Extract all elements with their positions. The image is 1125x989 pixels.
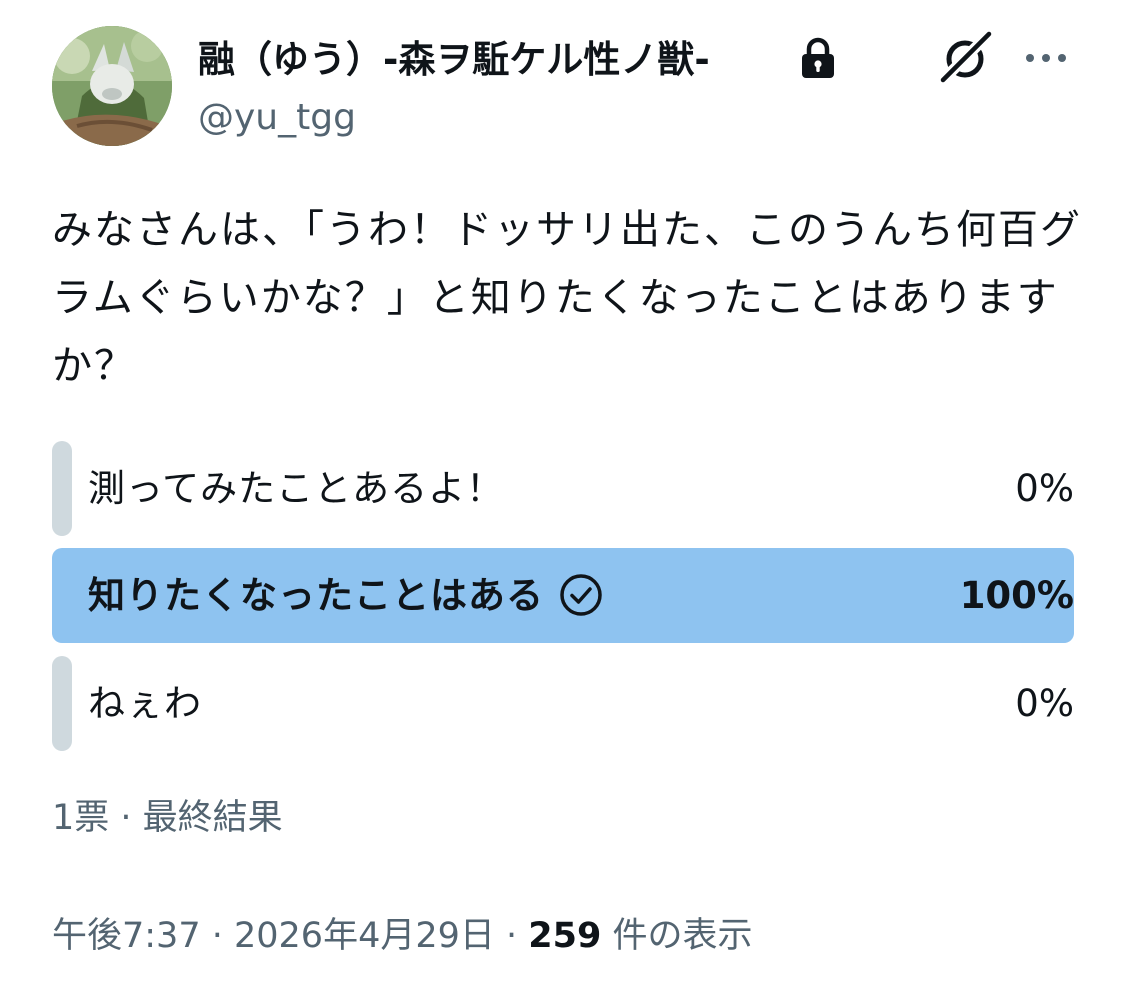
poll-option-label: 知りたくなったことはある (88, 574, 544, 617)
poll-option-percent: 100% (959, 574, 1074, 617)
poll-option-label: ねぇわ (88, 682, 202, 725)
lock-icon (802, 37, 834, 78)
more-icon[interactable] (1022, 40, 1070, 76)
tweet-meta: 午後7:37 · 2026年4月29日 · 259 件の表示 (52, 906, 752, 966)
views-count[interactable]: 259 (528, 916, 601, 956)
poll-option-2: 知りたくなったことはある 100% (52, 548, 1074, 643)
author-display-name[interactable]: 融（ゆう）-森ヲ駈ケル性ノ獣- (198, 32, 710, 88)
poll-option-percent: 0% (1015, 467, 1074, 510)
author-handle[interactable]: @yu_tgg (198, 92, 356, 144)
avatar-image (52, 26, 172, 146)
separator: · (200, 916, 234, 956)
poll-bar (52, 441, 72, 536)
avatar[interactable] (52, 26, 172, 146)
poll-option-3: ねぇわ 0% (52, 656, 1074, 751)
poll-bar (52, 656, 72, 751)
separator: · (494, 916, 529, 956)
check-circle-icon (560, 573, 602, 616)
tweet-text: みなさんは、「うわ！ドッサリ出た、このうんち何百グラムぐらいかな？」と知りたくな… (52, 207, 1082, 389)
poll-option-1: 測ってみたことあるよ！ 0% (52, 441, 1074, 536)
grok-icon[interactable] (935, 28, 995, 88)
poll-footer: 1票 · 最終結果 (52, 798, 283, 838)
tweet-time[interactable]: 午後7:37 (52, 916, 201, 956)
tweet-date[interactable]: 2026年4月29日 (234, 916, 495, 956)
poll-option-percent: 0% (1015, 682, 1074, 725)
poll-option-label: 測ってみたことあるよ！ (88, 467, 505, 510)
views-label[interactable]: 件の表示 (601, 916, 752, 956)
poll-option-label-wrap: 知りたくなったことはある (88, 548, 604, 643)
